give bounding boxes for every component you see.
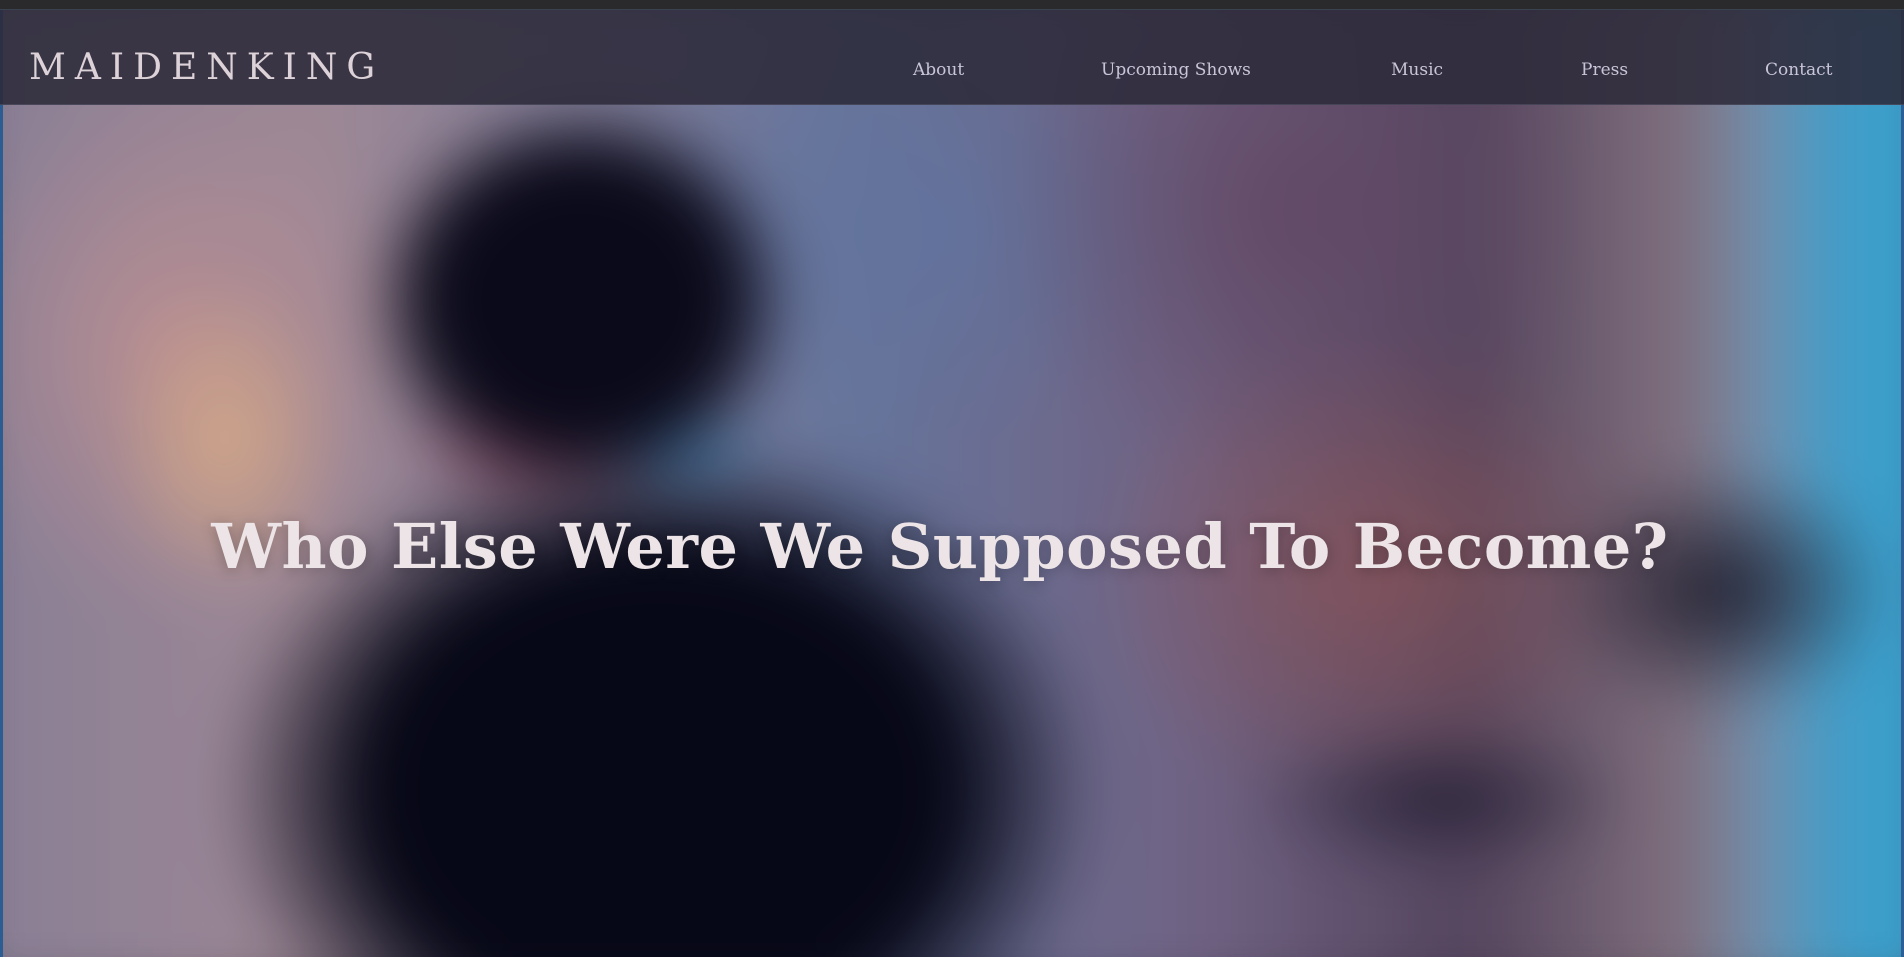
- hero-headline: Who Else Were We Supposed To Become?: [211, 510, 1669, 583]
- nav-link-press[interactable]: Press: [1581, 62, 1628, 79]
- nav-link-upcoming-shows[interactable]: Upcoming Shows: [1101, 62, 1251, 79]
- nav-link-contact[interactable]: Contact: [1765, 62, 1833, 79]
- nav-link-music[interactable]: Music: [1391, 62, 1443, 79]
- browser-frame-top: [0, 0, 1904, 10]
- top-navigation-bar: MAIDENKING About Upcoming Shows Music Pr…: [0, 10, 1904, 105]
- nav-link-about[interactable]: About: [913, 62, 964, 79]
- page: MAIDENKING About Upcoming Shows Music Pr…: [0, 10, 1904, 957]
- hero-overlay: [0, 10, 1904, 957]
- left-edge-border: [0, 10, 3, 957]
- site-logo[interactable]: MAIDENKING: [29, 50, 384, 86]
